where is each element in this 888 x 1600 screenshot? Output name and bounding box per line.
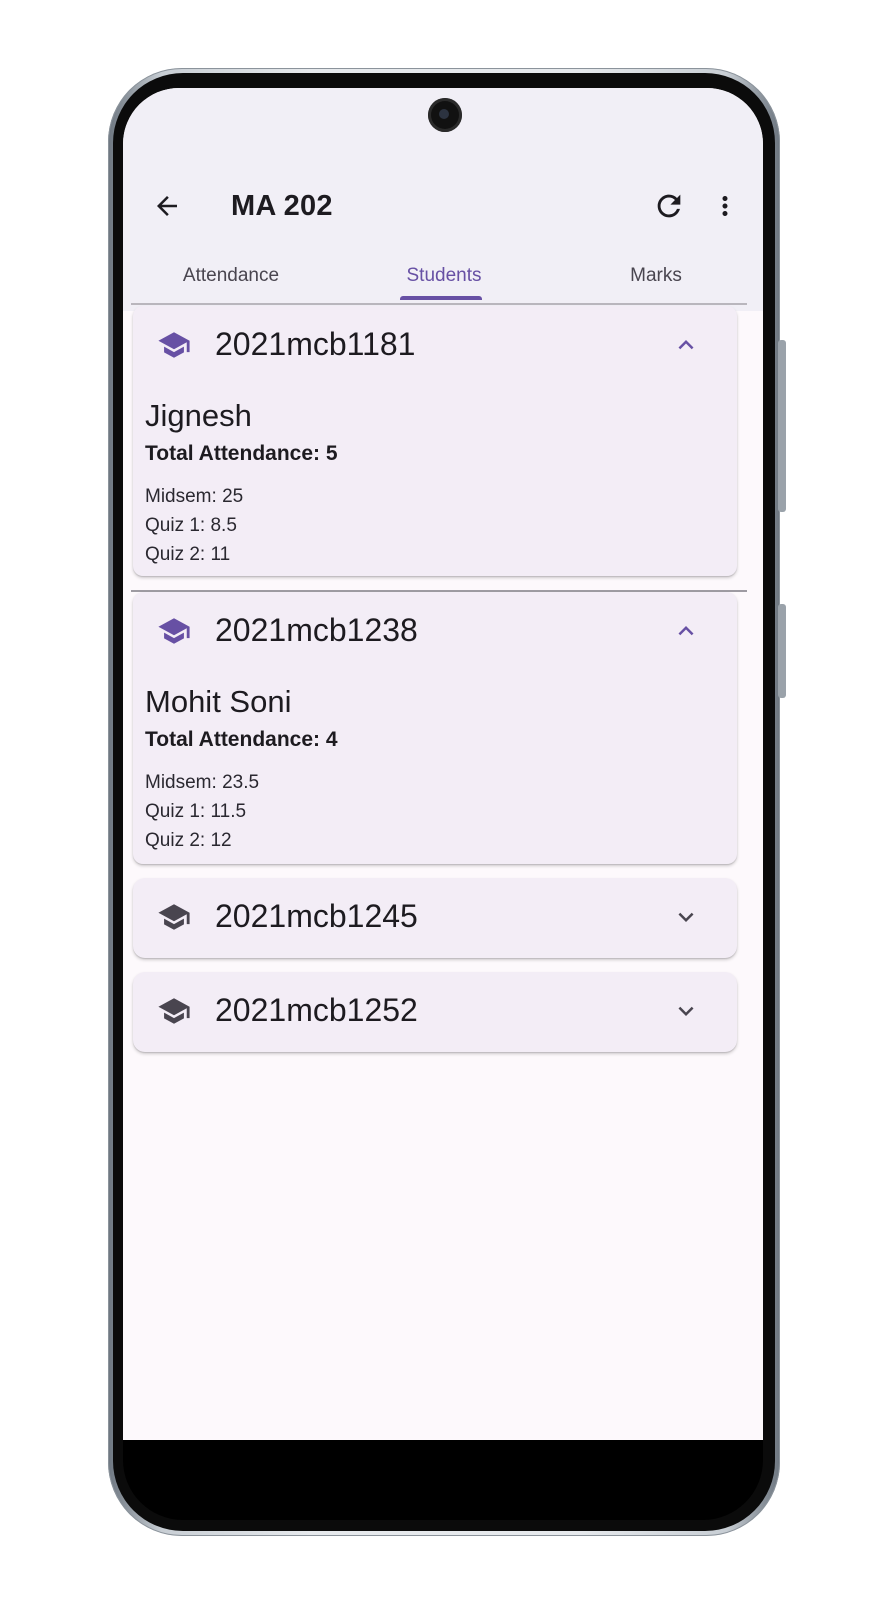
student-card-header[interactable]: 2021mcb1245 [133, 878, 737, 956]
more-vert-icon [722, 196, 728, 216]
school-icon [158, 332, 190, 358]
refresh-button[interactable] [645, 182, 693, 230]
power-button [778, 604, 786, 698]
more-options-button[interactable] [701, 182, 749, 230]
tab-indicator [400, 296, 482, 300]
student-card[interactable]: 2021mcb1245 [133, 878, 737, 958]
student-id: 2021mcb1245 [215, 898, 418, 934]
toolbar: MA 202 [123, 178, 763, 234]
student-card[interactable]: 2021mcb1252 [133, 972, 737, 1052]
total-attendance: Total Attendance: 5 [145, 442, 338, 465]
mark-midsem: Midsem: 23.5 [145, 772, 260, 793]
student-card-header[interactable]: 2021mcb1252 [133, 972, 737, 1050]
back-button[interactable] [143, 182, 191, 230]
navigation-bar [123, 1440, 763, 1520]
app-bar: MA 202 Attendance Students Marks [123, 88, 763, 311]
student-id: 2021mcb1181 [215, 326, 416, 362]
chevron-down-icon [678, 912, 694, 922]
student-id: 2021mcb1252 [215, 992, 418, 1028]
volume-button [778, 340, 786, 512]
student-card: 2021mcb1181 Jignesh Total Attendance: 5 … [133, 306, 737, 576]
tab-marks[interactable]: Marks [549, 248, 763, 304]
school-icon [158, 998, 190, 1024]
mark-quiz-1: Quiz 1: 11.5 [145, 801, 247, 822]
total-attendance: Total Attendance: 4 [145, 728, 338, 751]
arrow-back-icon [157, 196, 177, 216]
student-card-header[interactable]: 2021mcb1181 [133, 306, 737, 384]
mark-quiz-2: Quiz 2: 11 [145, 544, 231, 565]
refresh-icon [657, 194, 681, 218]
tab-divider [131, 303, 747, 305]
student-name: Jignesh [145, 398, 252, 433]
school-icon [158, 618, 190, 644]
mark-midsem: Midsem: 25 [145, 486, 244, 507]
front-camera [428, 98, 462, 132]
mark-quiz-1: Quiz 1: 8.5 [145, 515, 237, 536]
mark-quiz-2: Quiz 2: 12 [145, 830, 232, 851]
student-card: 2021mcb1238 Mohit Soni Total Attendance:… [133, 592, 737, 864]
chevron-up-icon [678, 626, 694, 636]
chevron-up-icon [678, 340, 694, 350]
page-title: MA 202 [231, 190, 333, 222]
student-name: Mohit Soni [145, 684, 292, 719]
student-card-header[interactable]: 2021mcb1238 [133, 592, 737, 670]
student-id: 2021mcb1238 [215, 612, 418, 648]
chevron-down-icon [678, 1006, 694, 1016]
tab-attendance[interactable]: Attendance [123, 248, 339, 304]
screen: MA 202 Attendance Students Marks 2021mcb… [123, 88, 763, 1440]
school-icon [158, 904, 190, 930]
